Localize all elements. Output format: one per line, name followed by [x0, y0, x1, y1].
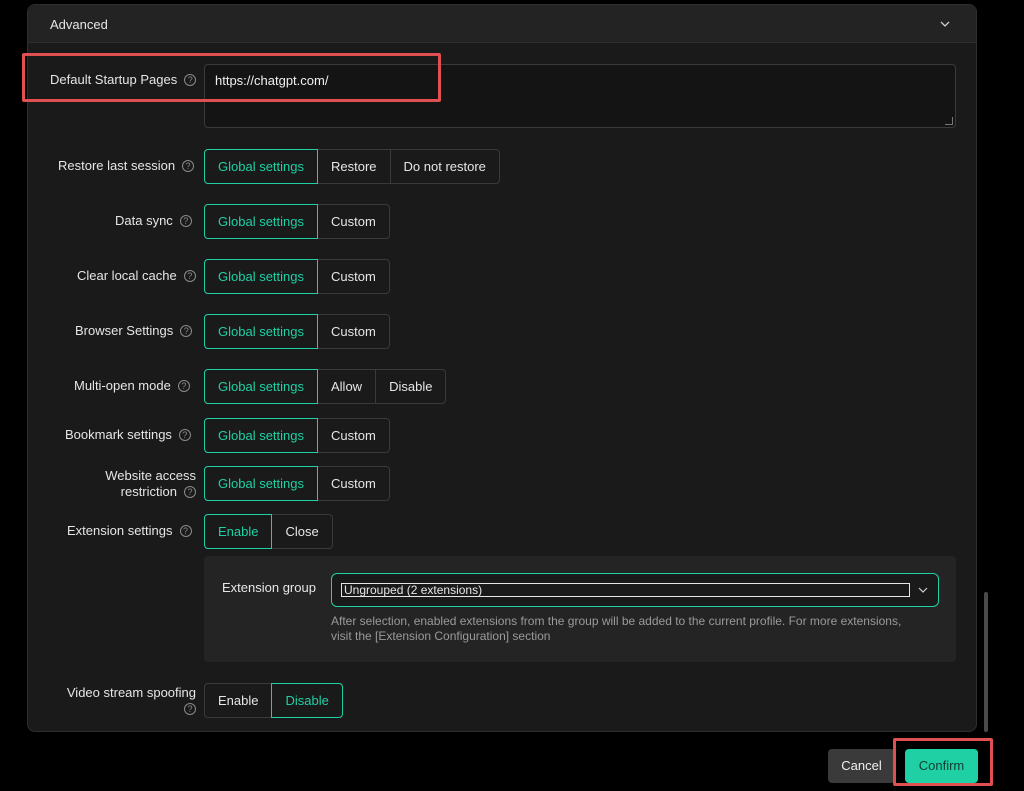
extension-close-option[interactable]: Close: [271, 514, 333, 549]
video-spoofing-segmented: Enable Disable: [204, 683, 343, 718]
help-icon[interactable]: ?: [184, 73, 197, 86]
browser-settings-label: Browser Settings?: [75, 323, 193, 339]
multi-open-segmented: Global settings Allow Disable: [204, 369, 447, 404]
browser-settings-custom-option[interactable]: Custom: [317, 314, 390, 349]
help-icon[interactable]: ?: [184, 702, 196, 715]
help-icon[interactable]: ?: [179, 524, 192, 537]
startup-pages-input[interactable]: https://chatgpt.com/: [204, 64, 956, 128]
video-spoofing-enable-option[interactable]: Enable: [204, 683, 273, 718]
video-spoofing-disable-option[interactable]: Disable: [271, 683, 343, 718]
clear-cache-label: Clear local cache?: [77, 268, 196, 284]
extension-group-note: After selection, enabled extensions from…: [331, 614, 902, 643]
extension-group-label: Extension group: [222, 580, 316, 595]
website-access-custom-option[interactable]: Custom: [317, 466, 390, 501]
website-access-segmented: Global settings Custom: [204, 466, 390, 501]
website-access-global-option[interactable]: Global settings: [204, 466, 318, 501]
multi-open-label: Multi-open mode?: [74, 378, 190, 394]
browser-settings-global-option[interactable]: Global settings: [204, 314, 318, 349]
multi-open-global-option[interactable]: Global settings: [204, 369, 318, 404]
bookmark-custom-option[interactable]: Custom: [317, 418, 390, 453]
multi-open-allow-option[interactable]: Allow: [317, 369, 377, 404]
extension-group-select[interactable]: Ungrouped (2 extensions): [331, 573, 939, 607]
bookmark-segmented: Global settings Custom: [204, 418, 390, 453]
restore-session-restore-option[interactable]: Restore: [317, 149, 391, 184]
restore-session-label: Restore last session?: [58, 158, 195, 174]
restore-session-segmented: Global settings Restore Do not restore: [204, 149, 500, 184]
data-sync-global-option[interactable]: Global settings: [204, 204, 318, 239]
help-icon[interactable]: ?: [183, 269, 196, 282]
chevron-down-icon: [918, 587, 928, 593]
resize-handle-icon[interactable]: [945, 117, 953, 125]
restore-session-no-restore-option[interactable]: Do not restore: [389, 149, 500, 184]
multi-open-disable-option[interactable]: Disable: [375, 369, 447, 404]
help-icon[interactable]: ?: [177, 379, 190, 392]
bookmark-settings-label: Bookmark settings?: [65, 427, 191, 443]
scrollbar-thumb[interactable]: [984, 592, 988, 732]
extension-group-selected-value: Ungrouped (2 extensions): [341, 583, 910, 597]
extension-enable-option[interactable]: Enable: [204, 514, 273, 549]
confirm-button[interactable]: Confirm: [905, 749, 978, 783]
advanced-section-header[interactable]: Advanced: [28, 5, 976, 43]
help-icon[interactable]: ?: [178, 428, 191, 441]
startup-pages-label: Default Startup Pages?: [50, 72, 197, 88]
help-icon[interactable]: ?: [180, 324, 193, 337]
restore-session-global-option[interactable]: Global settings: [204, 149, 318, 184]
bookmark-global-option[interactable]: Global settings: [204, 418, 318, 453]
data-sync-label: Data sync?: [115, 213, 192, 229]
clear-cache-segmented: Global settings Custom: [204, 259, 390, 294]
cancel-button[interactable]: Cancel: [828, 749, 895, 783]
chevron-down-icon[interactable]: [938, 17, 952, 31]
extension-settings-label: Extension settings?: [67, 523, 192, 539]
website-access-label: Website access restriction?: [105, 468, 196, 499]
panel-title: Advanced: [50, 17, 108, 32]
browser-settings-segmented: Global settings Custom: [204, 314, 390, 349]
video-spoofing-label: Video stream spoofing ?: [66, 685, 196, 715]
clear-cache-custom-option[interactable]: Custom: [317, 259, 390, 294]
extension-segmented: Enable Close: [204, 514, 333, 549]
extension-group-box: Extension group Ungrouped (2 extensions)…: [204, 556, 956, 662]
clear-cache-global-option[interactable]: Global settings: [204, 259, 318, 294]
data-sync-custom-option[interactable]: Custom: [317, 204, 390, 239]
help-icon[interactable]: ?: [179, 214, 192, 227]
data-sync-segmented: Global settings Custom: [204, 204, 390, 239]
help-icon[interactable]: ?: [184, 485, 196, 498]
help-icon[interactable]: ?: [182, 159, 195, 172]
